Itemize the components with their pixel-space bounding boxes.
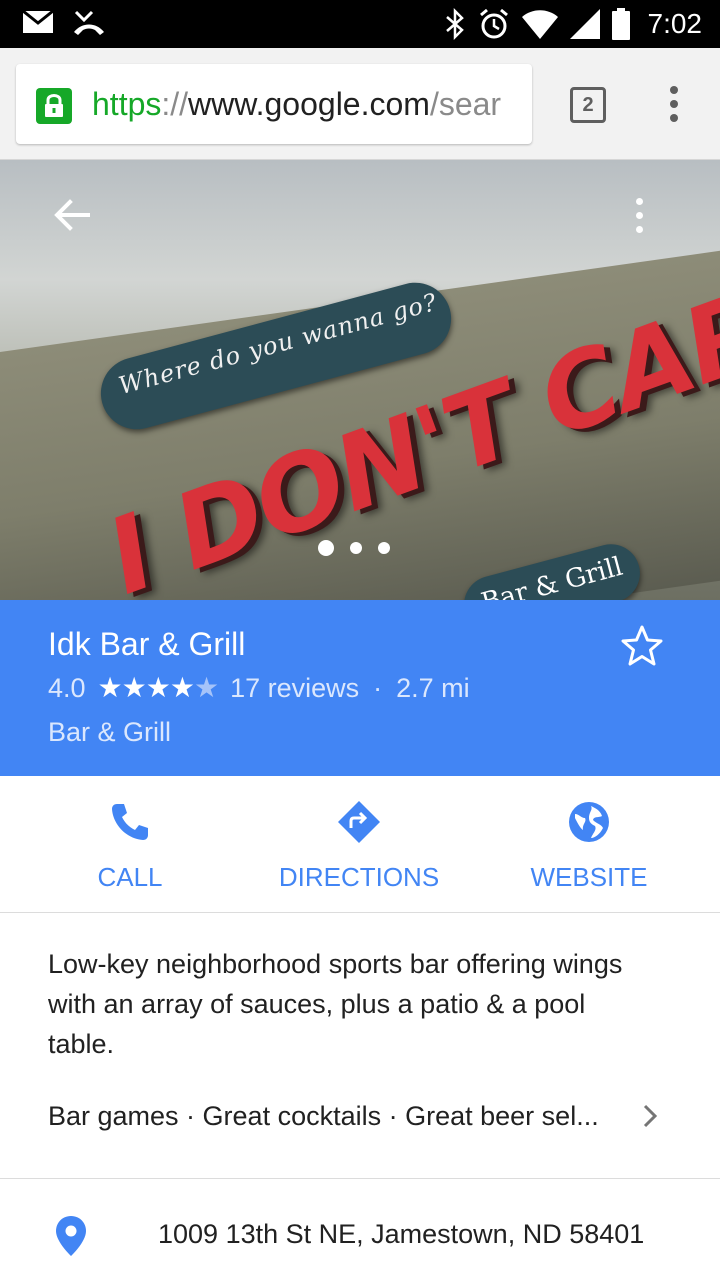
phone-icon	[112, 804, 148, 840]
chevron-right-icon[interactable]	[636, 1102, 664, 1130]
website-button[interactable]: WEBSITE	[489, 776, 689, 912]
directions-button[interactable]: DIRECTIONS	[259, 776, 459, 912]
place-description: Low-key neighborhood sports bar offering…	[48, 949, 623, 1059]
browser-toolbar: https://www.google.com/sear 2	[0, 48, 720, 160]
pager-dot[interactable]	[318, 540, 334, 556]
place-address[interactable]: 1009 13th St NE, Jamestown, ND 58401	[158, 1214, 644, 1254]
battery-icon	[611, 8, 630, 40]
bluetooth-icon	[445, 8, 464, 40]
globe-icon	[569, 802, 609, 842]
place-highlights[interactable]: Bar games · Great cocktails · Great beer…	[48, 1096, 608, 1136]
mail-icon	[22, 10, 54, 33]
directions-label: DIRECTIONS	[278, 862, 440, 892]
signal-icon	[569, 9, 600, 39]
wifi-icon	[521, 10, 558, 39]
clock: 7:02	[647, 8, 703, 39]
rating-row: 4.0 ★★★★★ 17 reviews · 2.7 mi	[48, 670, 470, 706]
separator: ·	[373, 673, 383, 703]
photo-pager	[318, 540, 390, 556]
photo-menu-icon[interactable]	[630, 196, 650, 236]
url-text: https://www.google.com/sear	[92, 86, 502, 122]
save-star-icon[interactable]	[620, 624, 664, 668]
call-button[interactable]: CALL	[30, 776, 230, 912]
browser-menu-icon[interactable]	[660, 84, 688, 124]
pager-dot[interactable]	[378, 542, 390, 554]
website-label: WEBSITE	[530, 862, 648, 892]
alarm-icon	[479, 8, 508, 39]
status-bar: 7:02	[0, 0, 720, 48]
place-name: Idk Bar & Grill	[48, 626, 246, 662]
location-pin-icon	[56, 1216, 86, 1256]
directions-icon	[338, 801, 380, 843]
rating-stars: ★★★★★	[97, 672, 220, 703]
rating-value: 4.0	[48, 673, 86, 703]
distance: 2.7 mi	[396, 673, 470, 703]
pager-dot[interactable]	[350, 542, 362, 554]
url-bar[interactable]: https://www.google.com/sear	[16, 64, 532, 144]
action-bar: CALL DIRECTIONS WEBSITE	[0, 776, 720, 913]
place-header: Idk Bar & Grill 4.0 ★★★★★ 17 reviews · 2…	[0, 600, 720, 776]
place-category: Bar & Grill	[48, 717, 172, 747]
back-arrow-icon[interactable]	[52, 195, 92, 235]
lock-icon	[36, 88, 72, 124]
divider	[0, 1178, 720, 1179]
call-label: CALL	[97, 862, 163, 892]
missed-call-icon	[74, 10, 104, 35]
review-count[interactable]: 17 reviews	[230, 670, 359, 706]
tab-switcher-button[interactable]: 2	[570, 87, 606, 123]
